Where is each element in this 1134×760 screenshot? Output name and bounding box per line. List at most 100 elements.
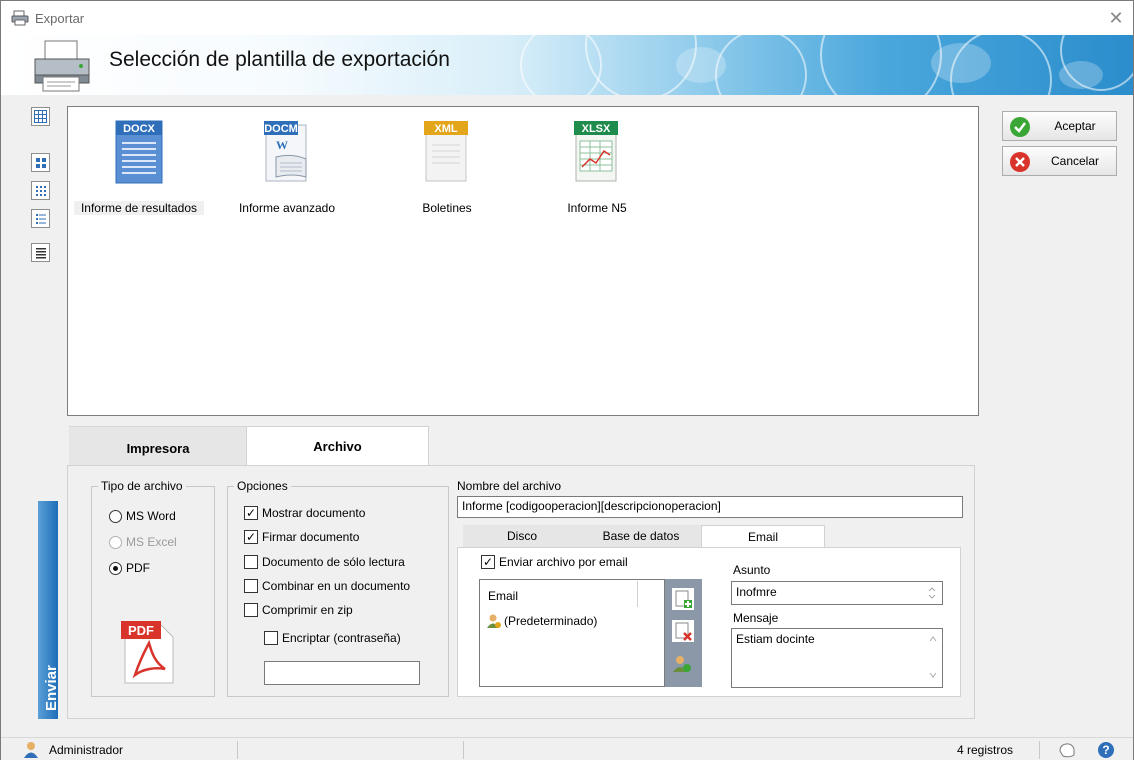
- view-medium-icons-button[interactable]: [31, 153, 50, 172]
- radio-pdf[interactable]: PDF: [109, 561, 150, 575]
- checkbox-checked: ✓: [481, 555, 495, 569]
- hand-icon[interactable]: [1057, 741, 1077, 759]
- checkbox-label: Enviar archivo por email: [499, 555, 628, 569]
- current-user: Administrador: [49, 743, 124, 757]
- checkbox: [264, 631, 278, 645]
- view-small-icons-button[interactable]: [31, 181, 50, 200]
- template-label: Informe avanzado: [238, 201, 336, 215]
- list-icon: [35, 213, 46, 224]
- status-divider: [237, 741, 238, 759]
- template-item[interactable]: DOCX Informe de resultados: [74, 115, 204, 215]
- svg-text:XML: XML: [434, 123, 458, 135]
- radio-circle: [109, 535, 122, 549]
- help-icon[interactable]: ?: [1097, 741, 1115, 759]
- checkbox-checked: ✓: [244, 530, 258, 544]
- delete-document-icon: [675, 622, 692, 641]
- printer-icon: [11, 10, 29, 29]
- template-gallery: DOCX Informe de resultados DOCM W Inform…: [67, 106, 979, 416]
- subject-field[interactable]: Inofmre: [731, 581, 943, 605]
- add-recipient-button[interactable]: [671, 587, 695, 611]
- remove-recipient-button[interactable]: [671, 619, 695, 643]
- template-label: Informe N5: [567, 201, 627, 215]
- view-list-button[interactable]: [31, 209, 50, 228]
- send-label: Enviar: [43, 665, 60, 711]
- send-side-button[interactable]: Enviar: [38, 501, 60, 719]
- accept-button[interactable]: Aceptar: [1002, 111, 1117, 141]
- radio-circle: [109, 509, 122, 523]
- encrypt-checkbox[interactable]: Encriptar (contraseña): [264, 631, 401, 645]
- filename-label: Nombre del archivo: [457, 479, 562, 493]
- docx-file-icon: DOCX: [115, 120, 163, 184]
- scroll-down-icon[interactable]: [928, 671, 938, 679]
- recipients-header: Email: [488, 589, 519, 603]
- docm-file-icon: DOCM W: [264, 121, 307, 182]
- tab-email[interactable]: Email: [701, 525, 825, 548]
- zip-checkbox[interactable]: Comprimir en zip: [244, 603, 353, 617]
- contacts-button[interactable]: [671, 653, 695, 677]
- message-label: Mensaje: [733, 611, 779, 625]
- checkbox-label: Documento de sólo lectura: [262, 555, 405, 569]
- record-count: 4 registros: [957, 743, 1014, 757]
- read-only-checkbox[interactable]: Documento de sólo lectura: [244, 555, 405, 569]
- radio-ms-word[interactable]: MS Word: [109, 509, 176, 523]
- cancel-button[interactable]: Cancelar: [1002, 146, 1117, 176]
- radio-ms-excel[interactable]: MS Excel: [109, 535, 177, 549]
- column-divider: [637, 581, 638, 607]
- show-document-checkbox[interactable]: ✓ Mostrar documento: [244, 506, 365, 520]
- radio-label: PDF: [126, 561, 150, 575]
- radio-label: MS Excel: [126, 535, 177, 549]
- xml-file-icon: XML: [424, 121, 468, 182]
- spin-icon[interactable]: [927, 585, 937, 601]
- message-field[interactable]: Estiam docinte: [731, 628, 943, 688]
- tiles-icon: [35, 157, 46, 168]
- file-type-legend: Tipo de archivo: [101, 479, 183, 493]
- list-item[interactable]: (Predeterminado): [487, 613, 597, 629]
- checkbox: [244, 579, 258, 593]
- svg-text:DOCX: DOCX: [123, 123, 155, 135]
- checkbox: [244, 603, 258, 617]
- template-label: Boletines: [422, 201, 472, 215]
- template-label: Informe de resultados: [74, 201, 204, 215]
- header-banner: Selección de plantilla de exportación: [1, 35, 1133, 95]
- combine-checkbox[interactable]: Combinar en un documento: [244, 579, 410, 593]
- subject-label: Asunto: [733, 563, 771, 577]
- password-field[interactable]: [264, 661, 420, 685]
- view-large-icons-button[interactable]: [31, 107, 50, 126]
- tab-database[interactable]: Base de datos: [581, 525, 701, 547]
- template-item[interactable]: XLSX Informe N5: [532, 115, 662, 215]
- export-window: Exportar ✕ Selección de plantilla de exp…: [0, 0, 1134, 760]
- accept-label: Aceptar: [1054, 119, 1096, 133]
- svg-text:XLSX: XLSX: [582, 123, 611, 135]
- sign-document-checkbox[interactable]: ✓ Firmar documento: [244, 530, 359, 544]
- user-icon: [24, 742, 38, 758]
- details-icon: [35, 247, 46, 258]
- check-icon: [1010, 117, 1030, 137]
- checkbox-label: Comprimir en zip: [262, 603, 353, 617]
- grid-icon: [34, 110, 47, 123]
- tab-disk[interactable]: Disco: [463, 525, 581, 547]
- status-divider: [463, 741, 464, 759]
- svg-text:W: W: [276, 138, 288, 152]
- checkbox-label: Mostrar documento: [262, 506, 366, 520]
- printer-large-icon: [31, 39, 93, 95]
- contacts-icon: [673, 656, 691, 672]
- cancel-label: Cancelar: [1050, 154, 1100, 168]
- status-bar: Administrador 4 registros ?: [1, 737, 1133, 760]
- status-divider: [1039, 741, 1040, 759]
- checkbox-label: Firmar documento: [262, 530, 360, 544]
- template-item[interactable]: DOCM W Informe avanzado: [222, 115, 352, 215]
- send-email-checkbox[interactable]: ✓ Enviar archivo por email: [481, 555, 628, 569]
- svg-text:?: ?: [1102, 743, 1109, 757]
- view-details-button[interactable]: [31, 243, 50, 262]
- tab-printer[interactable]: Impresora: [69, 426, 247, 466]
- filename-field[interactable]: Informe [codigooperacion][descripcionope…: [457, 496, 963, 518]
- tab-file[interactable]: Archivo: [246, 426, 429, 467]
- close-icon[interactable]: ✕: [1105, 7, 1127, 29]
- svg-text:PDF: PDF: [128, 623, 154, 638]
- page-title: Selección de plantilla de exportación: [109, 48, 450, 71]
- window-title: Exportar: [35, 11, 85, 26]
- xlsx-file-icon: XLSX: [574, 121, 618, 182]
- scroll-up-icon[interactable]: [928, 635, 938, 643]
- svg-text:DOCM: DOCM: [264, 123, 298, 135]
- template-item[interactable]: XML Boletines: [382, 115, 512, 215]
